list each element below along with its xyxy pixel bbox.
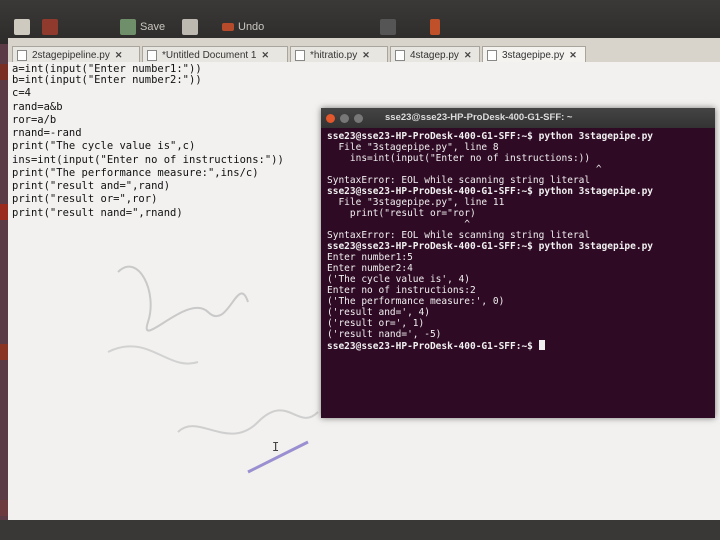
minimize-window-icon[interactable]: [340, 113, 349, 123]
document-icon: [14, 19, 30, 35]
python-file-icon: [295, 49, 305, 61]
code-line: print("The performance measure:",ins/c): [12, 167, 259, 179]
terminal-line: SyntaxError: EOL while scanning string l…: [327, 230, 591, 241]
terminal-line: Enter number1:5: [327, 252, 413, 263]
terminal-title: sse23@sse23-HP-ProDesk-400-G1-SFF: ~: [385, 112, 573, 123]
launcher-app-icon[interactable]: [0, 204, 8, 220]
code-line: c=4: [12, 87, 31, 99]
terminal-line: ins=int(input("Enter no of instructions:…: [327, 153, 591, 164]
python-file-icon: [17, 49, 27, 61]
tab-label: 2stagepipeline.py: [32, 49, 110, 61]
launcher-app-icon[interactable]: [0, 64, 8, 80]
close-icon[interactable]: ✕: [569, 50, 577, 61]
tab-untitled-document[interactable]: *Untitled Document 1 ✕: [142, 46, 288, 63]
folder-icon: [42, 19, 58, 35]
save-label: Save: [140, 21, 166, 33]
tab-label: *hitratio.py: [310, 49, 358, 61]
terminal-window[interactable]: sse23@sse23-HP-ProDesk-400-G1-SFF: ~ sse…: [321, 108, 715, 418]
terminal-line: ^: [327, 164, 602, 175]
tab-label: *Untitled Document 1: [162, 49, 257, 61]
code-line: b=int(input("Enter number2:")): [12, 74, 202, 86]
close-icon[interactable]: ✕: [115, 50, 123, 61]
terminal-line: sse23@sse23-HP-ProDesk-400-G1-SFF:~$ pyt…: [327, 186, 654, 197]
text-file-icon: [147, 49, 157, 61]
launcher-sidebar: [0, 44, 8, 520]
terminal-line: ('The cycle value is', 4): [327, 274, 470, 285]
launcher-app-icon[interactable]: [0, 500, 8, 516]
code-line: rand=a&b: [12, 101, 63, 113]
python-file-icon: [395, 49, 405, 61]
terminal-prompt: sse23@sse23-HP-ProDesk-400-G1-SFF:~$: [327, 341, 539, 352]
terminal-line: sse23@sse23-HP-ProDesk-400-G1-SFF:~$ pyt…: [327, 131, 654, 142]
terminal-line: File "3stagepipe.py", line 8: [327, 142, 499, 153]
code-line: rnand=-rand: [12, 127, 82, 139]
save-icon: [120, 19, 136, 35]
code-line: print("result and=",rand): [12, 180, 171, 192]
terminal-titlebar[interactable]: sse23@sse23-HP-ProDesk-400-G1-SFF: ~: [321, 108, 715, 128]
terminal-line: Enter number2:4: [327, 263, 413, 274]
close-icon[interactable]: ✕: [362, 50, 370, 61]
launcher-app-icon[interactable]: [0, 344, 8, 360]
monitor-bezel-bottom: [0, 520, 720, 540]
terminal-line: print("result or="ror): [327, 208, 476, 219]
tab-3stagepipe[interactable]: 3stagepipe.py ✕: [482, 46, 586, 63]
tools-button[interactable]: [430, 16, 440, 38]
close-icon[interactable]: ✕: [262, 50, 270, 61]
tab-4stagep[interactable]: 4stagep.py ✕: [390, 46, 480, 63]
code-line: print("result or=",ror): [12, 193, 158, 205]
code-line: print("The cycle value is",c): [12, 140, 196, 152]
terminal-line: File "3stagepipe.py", line 11: [327, 197, 505, 208]
mouse-ibeam-cursor: I: [272, 440, 280, 454]
code-line: ror=a/b: [12, 114, 57, 126]
print-button[interactable]: [182, 16, 198, 38]
document-tab-bar: 2stagepipeline.py ✕ *Untitled Document 1…: [8, 38, 720, 63]
close-window-icon[interactable]: [326, 113, 335, 123]
print-icon: [182, 19, 198, 35]
undo-label: Undo: [238, 21, 265, 33]
maximize-window-icon[interactable]: [354, 113, 363, 123]
code-line: ins=int(input("Enter no of instructions:…: [12, 154, 284, 166]
terminal-line: sse23@sse23-HP-ProDesk-400-G1-SFF:~$ pyt…: [327, 241, 654, 252]
open-button[interactable]: [42, 16, 58, 38]
terminal-line: ('result or=', 1): [327, 318, 425, 329]
terminal-line: ('result and=', 4): [327, 307, 430, 318]
terminal-line: ('The performance measure:', 0): [327, 296, 505, 307]
tab-label: 4stagep.py: [410, 49, 459, 61]
scissors-icon: [380, 19, 396, 35]
undo-arrow-icon: [222, 23, 234, 31]
cut-button[interactable]: [380, 16, 396, 38]
close-icon[interactable]: ✕: [464, 50, 472, 61]
python-file-icon: [487, 49, 497, 61]
undo-button[interactable]: Undo: [222, 16, 264, 38]
new-document-button[interactable]: [14, 16, 30, 38]
tab-label: 3stagepipe.py: [502, 49, 565, 61]
code-line: print("result nand=",rnand): [12, 207, 183, 219]
terminal-cursor: [538, 340, 545, 350]
terminal-line: ^: [327, 219, 470, 230]
terminal-line: SyntaxError: EOL while scanning string l…: [327, 175, 591, 186]
save-button[interactable]: Save: [120, 16, 165, 38]
tools-icon: [430, 19, 440, 35]
tab-hitratio[interactable]: *hitratio.py ✕: [290, 46, 388, 63]
terminal-line: ('result nand=', -5): [327, 329, 442, 340]
tab-2stagepipeline[interactable]: 2stagepipeline.py ✕: [12, 46, 140, 63]
terminal-prompt-line[interactable]: sse23@sse23-HP-ProDesk-400-G1-SFF:~$: [327, 340, 545, 352]
terminal-line: Enter no of instructions:2: [327, 285, 476, 296]
